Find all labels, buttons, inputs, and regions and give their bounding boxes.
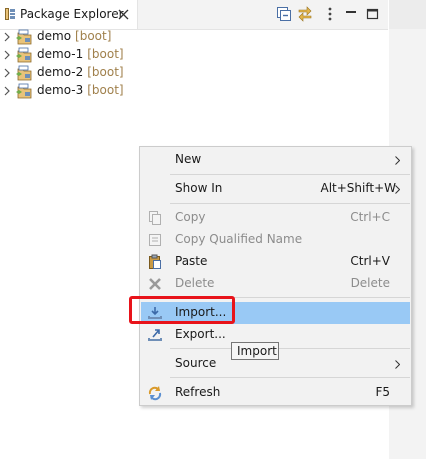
export-icon bbox=[148, 329, 162, 341]
eclipse-workbench: Package Explorer demo [boot] demo-1 [boo… bbox=[0, 0, 426, 459]
project-icon bbox=[16, 47, 32, 63]
delete-icon bbox=[149, 278, 161, 290]
menu-item-label: Export... bbox=[175, 327, 226, 341]
menu-separator bbox=[170, 203, 410, 204]
copy-icon bbox=[149, 211, 161, 225]
link-with-editor-icon[interactable] bbox=[297, 6, 313, 22]
project-tag: [boot] bbox=[87, 47, 124, 61]
chevron-right-icon bbox=[395, 156, 400, 165]
highlight-box bbox=[129, 296, 235, 324]
menu-item-refresh[interactable]: Refresh F5 bbox=[141, 382, 410, 404]
project-tag: [boot] bbox=[87, 83, 124, 97]
view-tab-bar: Package Explorer bbox=[0, 0, 388, 30]
tooltip: Import bbox=[231, 342, 279, 360]
close-icon[interactable] bbox=[118, 9, 129, 20]
menu-item-label: Source bbox=[175, 356, 217, 370]
menu-item-label: Paste bbox=[175, 254, 208, 268]
project-label: demo-3 [boot] bbox=[37, 83, 124, 97]
tree-item-project[interactable]: demo-3 [boot] bbox=[0, 82, 380, 100]
menu-item-shortcut: Ctrl+C bbox=[350, 210, 390, 224]
tab-package-explorer[interactable]: Package Explorer bbox=[0, 0, 138, 29]
menu-item-delete[interactable]: Delete Delete bbox=[141, 273, 410, 295]
collapse-all-icon[interactable] bbox=[276, 6, 292, 22]
maximize-icon[interactable] bbox=[365, 6, 381, 22]
project-icon bbox=[16, 83, 32, 99]
package-explorer-icon bbox=[5, 8, 15, 20]
copy-qualified-name-icon bbox=[149, 234, 161, 246]
menu-item-new[interactable]: New bbox=[141, 149, 410, 171]
project-name: demo-2 bbox=[37, 65, 84, 79]
menu-item-show-in[interactable]: Show In Alt+Shift+W bbox=[141, 178, 410, 200]
menu-item-label: Refresh bbox=[175, 385, 221, 399]
menu-separator bbox=[170, 348, 410, 349]
project-tag: [boot] bbox=[87, 65, 124, 79]
project-name: demo-3 bbox=[37, 83, 84, 97]
minimize-icon[interactable] bbox=[343, 6, 359, 22]
tree-item-project[interactable]: demo [boot] bbox=[0, 28, 380, 46]
tree-item-project[interactable]: demo-2 [boot] bbox=[0, 64, 380, 82]
chevron-right-icon bbox=[395, 185, 400, 194]
chevron-right-icon[interactable] bbox=[3, 86, 11, 96]
side-trim-header bbox=[389, 0, 426, 29]
menu-item-shortcut: F5 bbox=[375, 385, 390, 399]
tab-title: Package Explorer bbox=[20, 7, 124, 21]
menu-separator bbox=[170, 174, 410, 175]
menu-item-shortcut: Delete bbox=[350, 276, 390, 290]
menu-separator bbox=[170, 377, 410, 378]
menu-item-label: Copy bbox=[175, 210, 206, 224]
project-icon bbox=[16, 29, 32, 45]
chevron-right-icon[interactable] bbox=[3, 68, 11, 78]
project-name: demo-1 bbox=[37, 47, 84, 61]
chevron-right-icon[interactable] bbox=[3, 32, 11, 42]
menu-item-label: Show In bbox=[175, 181, 223, 195]
menu-item-copy-qualified-name[interactable]: Copy Qualified Name bbox=[141, 229, 410, 251]
menu-item-paste[interactable]: Paste Ctrl+V bbox=[141, 251, 410, 273]
menu-item-label: Delete bbox=[175, 276, 215, 290]
project-label: demo-1 [boot] bbox=[37, 47, 124, 61]
project-icon bbox=[16, 65, 32, 81]
menu-item-shortcut: Alt+Shift+W bbox=[320, 181, 397, 195]
view-menu-icon[interactable] bbox=[322, 6, 338, 22]
chevron-right-icon bbox=[395, 360, 400, 369]
context-menu: New Show In Alt+Shift+W Copy Ctrl+C Copy Qual… bbox=[139, 146, 412, 406]
project-tag: [boot] bbox=[75, 29, 112, 43]
menu-item-shortcut: Ctrl+V bbox=[350, 254, 390, 268]
menu-item-label: New bbox=[175, 152, 202, 166]
project-name: demo bbox=[37, 29, 72, 43]
refresh-icon bbox=[148, 386, 162, 401]
menu-item-label: Copy Qualified Name bbox=[175, 232, 303, 246]
project-label: demo [boot] bbox=[37, 29, 111, 43]
menu-item-copy[interactable]: Copy Ctrl+C bbox=[141, 207, 410, 229]
project-label: demo-2 [boot] bbox=[37, 65, 124, 79]
paste-icon bbox=[149, 254, 161, 269]
chevron-right-icon[interactable] bbox=[3, 50, 11, 60]
tree-item-project[interactable]: demo-1 [boot] bbox=[0, 46, 380, 64]
